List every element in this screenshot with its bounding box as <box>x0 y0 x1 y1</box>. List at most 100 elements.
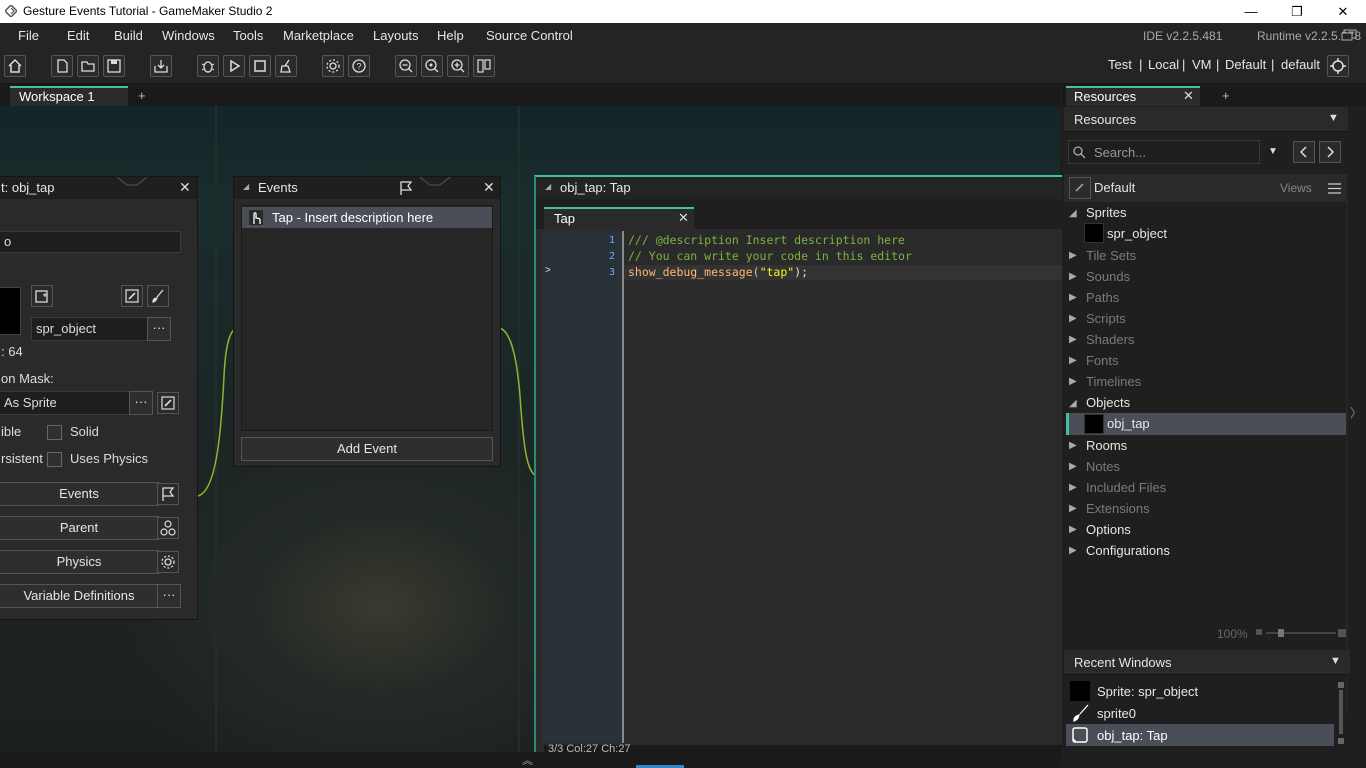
tree-folder-rooms[interactable]: Rooms <box>1086 438 1127 453</box>
menu-help[interactable]: Help <box>437 28 464 43</box>
tree-folder-included-files[interactable]: Included Files <box>1086 480 1166 495</box>
menu-edit[interactable]: Edit <box>67 28 89 43</box>
collapsed-arrow-icon[interactable]: ▶ <box>1069 313 1077 324</box>
help-button[interactable]: ? <box>348 55 370 77</box>
menu-marketplace[interactable]: Marketplace <box>283 28 354 43</box>
minimize-button[interactable]: — <box>1228 0 1274 23</box>
clean-button[interactable] <box>275 55 297 77</box>
edit-sprite-button[interactable] <box>121 285 143 307</box>
variable-definitions-button[interactable]: Variable Definitions <box>0 584 159 608</box>
expand-arrow-icon[interactable]: ◢ <box>1069 398 1077 409</box>
close-code-tab-button[interactable]: ✕ <box>678 210 689 226</box>
collapse-dock-handle[interactable]: 〉 <box>1350 404 1362 444</box>
view-name[interactable]: Default <box>1094 180 1135 195</box>
tab-resources[interactable]: Resources ✕ <box>1066 86 1200 106</box>
collapsed-arrow-icon[interactable]: ▶ <box>1069 461 1077 472</box>
object-name-field[interactable]: o <box>0 231 181 253</box>
tree-folder-tile-sets[interactable]: Tile Sets <box>1086 248 1136 263</box>
resources-header[interactable]: Resources ▼ <box>1064 107 1348 132</box>
navigate-back-button[interactable] <box>1293 141 1315 163</box>
events-flag-button[interactable] <box>157 483 179 505</box>
collapsed-arrow-icon[interactable]: ▶ <box>1069 355 1077 366</box>
menu-build[interactable]: Build <box>114 28 143 43</box>
close-events-panel-button[interactable]: ✕ <box>483 179 495 196</box>
mask-browse-button[interactable]: ··· <box>129 391 153 415</box>
collapsed-arrow-icon[interactable]: ▶ <box>1069 482 1077 493</box>
tree-scrollbar[interactable] <box>1346 174 1348 714</box>
home-button[interactable] <box>4 55 26 77</box>
zoom-in-button[interactable] <box>447 55 469 77</box>
tree-folder-options[interactable]: Options <box>1086 522 1131 537</box>
collapsed-arrow-icon[interactable]: ▶ <box>1069 376 1077 387</box>
code-line-3[interactable]: show_debug_message("tap"); <box>628 265 808 279</box>
tree-folder-sprites[interactable]: Sprites <box>1086 205 1126 220</box>
collapsed-arrow-icon[interactable]: ▶ <box>1069 334 1077 345</box>
sprite-select-field[interactable]: spr_object <box>31 317 149 341</box>
expand-arrow-icon[interactable]: ◢ <box>1069 208 1077 219</box>
recent-windows-scrollbar[interactable] <box>1336 682 1346 744</box>
collapse-arrow-icon[interactable]: ◢ <box>243 182 249 191</box>
collapsed-arrow-icon[interactable]: ▶ <box>1069 545 1077 556</box>
tree-folder-scripts[interactable]: Scripts <box>1086 311 1126 326</box>
navigate-forward-button[interactable] <box>1319 141 1341 163</box>
add-dock-tab-button[interactable]: + <box>1222 88 1230 103</box>
recent-window-item[interactable]: Sprite: spr_object <box>1066 680 1334 702</box>
menu-file[interactable]: File <box>18 28 39 43</box>
debug-button[interactable] <box>197 55 219 77</box>
close-object-panel-button[interactable]: ✕ <box>179 179 191 196</box>
tree-folder-shaders[interactable]: Shaders <box>1086 332 1134 347</box>
uses-physics-checkbox[interactable] <box>47 452 62 467</box>
tree-folder-configurations[interactable]: Configurations <box>1086 543 1170 558</box>
recent-window-item[interactable]: sprite0 <box>1066 702 1334 724</box>
close-window-button[interactable]: ✕ <box>1320 0 1366 23</box>
target-vm[interactable]: VM <box>1192 57 1212 72</box>
target-local[interactable]: Local <box>1148 57 1179 72</box>
tree-folder-extensions[interactable]: Extensions <box>1086 501 1150 516</box>
add-workspace-button[interactable]: + <box>138 88 146 103</box>
views-label[interactable]: Views <box>1280 181 1312 195</box>
recent-windows-header[interactable]: Recent Windows ▼ <box>1064 650 1350 675</box>
paint-sprite-button[interactable] <box>147 285 169 307</box>
game-options-button[interactable] <box>322 55 344 77</box>
parent-button[interactable]: Parent <box>0 516 159 540</box>
maximize-button[interactable]: ❐ <box>1274 0 1320 23</box>
panel-grip-icon[interactable] <box>117 177 147 187</box>
variables-more-button[interactable]: ··· <box>157 584 181 608</box>
tree-item-spr-object[interactable]: spr_object <box>1107 226 1167 241</box>
tree-zoom-slider[interactable] <box>1256 629 1346 637</box>
tree-folder-timelines[interactable]: Timelines <box>1086 374 1141 389</box>
target-config[interactable]: Default <box>1225 57 1266 72</box>
close-resources-tab-button[interactable]: ✕ <box>1183 88 1194 104</box>
panel-grip-icon[interactable] <box>420 177 450 187</box>
physics-button[interactable]: Physics <box>0 550 159 574</box>
target-settings-button[interactable] <box>1327 55 1349 77</box>
target-device[interactable]: default <box>1281 57 1320 72</box>
events-button[interactable]: Events <box>0 482 159 506</box>
tree-folder-paths[interactable]: Paths <box>1086 290 1119 305</box>
tree-folder-notes[interactable]: Notes <box>1086 459 1120 474</box>
stop-button[interactable] <box>249 55 271 77</box>
collapsed-arrow-icon[interactable]: ▶ <box>1069 503 1077 514</box>
new-sprite-button[interactable] <box>31 285 53 307</box>
open-project-button[interactable] <box>77 55 99 77</box>
collapsed-arrow-icon[interactable]: ▶ <box>1069 271 1077 282</box>
tree-folder-objects[interactable]: Objects <box>1086 395 1130 410</box>
view-toggle-button[interactable] <box>1069 177 1091 199</box>
hamburger-menu-icon[interactable] <box>1328 183 1341 194</box>
save-project-button[interactable] <box>103 55 125 77</box>
menu-source-control[interactable]: Source Control <box>486 28 573 43</box>
collapsed-arrow-icon[interactable]: ▶ <box>1069 250 1077 261</box>
run-button[interactable] <box>223 55 245 77</box>
target-test[interactable]: Test <box>1108 57 1132 72</box>
menu-windows[interactable]: Windows <box>162 28 215 43</box>
physics-icon-button[interactable] <box>157 551 179 573</box>
collision-mask-field[interactable]: As Sprite <box>0 391 131 415</box>
tree-folder-sounds[interactable]: Sounds <box>1086 269 1130 284</box>
search-options-chevron-icon[interactable]: ▼ <box>1268 146 1278 157</box>
collapsed-arrow-icon[interactable]: ▶ <box>1069 292 1077 303</box>
tree-folder-fonts[interactable]: Fonts <box>1086 353 1119 368</box>
collapsed-arrow-icon[interactable]: ▶ <box>1069 524 1077 535</box>
menu-tools[interactable]: Tools <box>233 28 263 43</box>
solid-checkbox[interactable] <box>47 425 62 440</box>
create-executable-button[interactable] <box>150 55 172 77</box>
